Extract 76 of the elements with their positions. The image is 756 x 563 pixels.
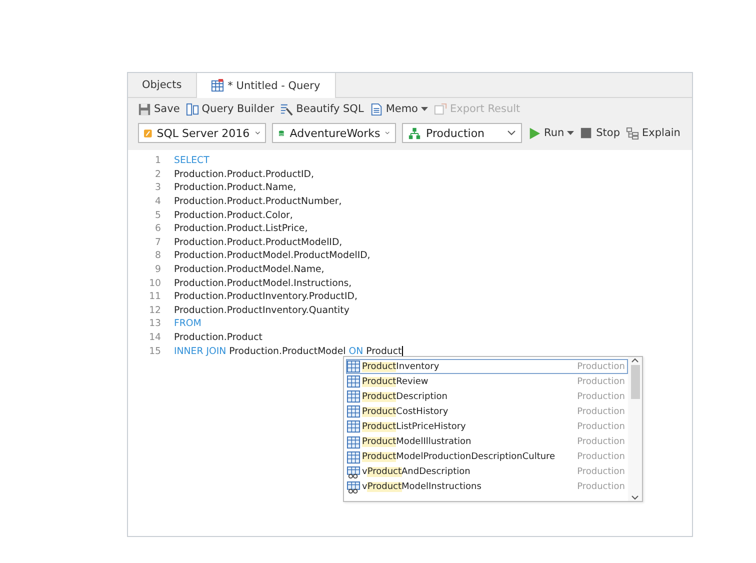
code-line: Production.ProductInventory.ProductID, [174, 291, 358, 302]
scroll-up-icon [631, 357, 639, 363]
line-number: 1 [154, 155, 162, 166]
toolbar-button[interactable]: Explain [626, 126, 680, 140]
toolbar-button[interactable]: Save [138, 102, 180, 116]
suggestion-item[interactable]: ProductListPriceHistory Production [346, 419, 628, 434]
chevron-down-icon [254, 130, 260, 136]
table-icon [347, 360, 360, 374]
export-icon [434, 102, 447, 116]
connection-dropdown[interactable]: SQL Server 2016 [138, 123, 266, 143]
line-number: 6 [154, 223, 162, 234]
table-icon [347, 436, 360, 449]
line-number: 13 [148, 318, 162, 330]
view-icon [347, 466, 360, 479]
line-number: 5 [154, 210, 162, 221]
connection-dropdown[interactable]: AdventureWorks [272, 123, 396, 143]
code-line: Production.Product.ListPrice, [174, 223, 308, 234]
table-icon [347, 375, 360, 388]
suggestion-item[interactable]: ProductCostHistory Production [346, 404, 628, 420]
suggestion-item[interactable]: ProductInventory Production [346, 359, 628, 374]
memo-icon [370, 102, 383, 116]
suggestion-item[interactable]: ProductDescription Production [346, 389, 628, 404]
line-number: 9 [154, 264, 162, 276]
table-icon [347, 390, 360, 404]
code-line: Production.Product [174, 332, 262, 344]
chevron-down-icon [385, 130, 390, 136]
code-line: FROM [174, 318, 202, 330]
suggestion-item[interactable]: ProductModelIllustration Production [346, 434, 628, 450]
code-line: Production.ProductModel.ProductModelID, [174, 250, 370, 262]
code-line: INNER JOIN Production.ProductModel ON Product [174, 346, 403, 357]
code-line: Production.Product.Color, [174, 210, 293, 221]
toolbar-button[interactable]: Beautify SQL [280, 102, 364, 116]
suggestion-item[interactable]: ProductReview Production [346, 374, 628, 390]
line-number: 14 [148, 332, 162, 344]
code-line: Production.Product.ProductID, [174, 168, 314, 180]
code-line: Production.Product.ProductModelID, [174, 236, 342, 248]
scrollbar-thumb[interactable] [630, 365, 640, 399]
code-line: Production.Product.Name, [174, 182, 296, 194]
code-line: Production.Product.ProductNumber, [174, 196, 342, 208]
code-line: Production.ProductModel.Name, [174, 264, 324, 276]
explain-icon [626, 126, 640, 140]
line-number: 3 [154, 182, 162, 194]
view-icon [347, 480, 360, 494]
code-line: Production.ProductInventory.Quantity [174, 304, 350, 316]
connection-dropdown[interactable]: Production [402, 123, 522, 143]
suggestion-item[interactable]: vProductAndDescription Production [346, 464, 628, 480]
code-line: Production.ProductModel.Instructions, [174, 278, 352, 289]
line-number: 8 [154, 250, 162, 262]
play-icon [528, 126, 541, 140]
line-number: 15 [148, 346, 162, 357]
save-icon [138, 102, 151, 116]
line-number: 10 [148, 278, 162, 289]
toolbar-button[interactable]: Query Builder [186, 102, 274, 116]
scroll-down-icon [631, 495, 639, 501]
line-number: 11 [148, 291, 162, 302]
suggestion-item[interactable]: vProductModelInstructions Production [346, 480, 628, 495]
toolbar-button[interactable]: Memo [370, 102, 428, 116]
code-line: SELECT [174, 155, 210, 166]
builder-icon [186, 102, 199, 116]
line-number: 2 [154, 168, 162, 180]
stop-icon [580, 126, 594, 140]
server-icon [144, 126, 152, 140]
tab[interactable]: * Untitled - Query [196, 73, 336, 98]
schema-icon [408, 126, 421, 140]
chevron-down-icon [507, 130, 516, 136]
table-icon [347, 420, 360, 434]
suggestion-item[interactable]: ProductModelProductionDescriptionCulture Production [346, 450, 628, 465]
table-icon [347, 405, 360, 418]
line-number: 4 [154, 196, 162, 208]
toolbar-button[interactable]: Stop [580, 126, 620, 140]
line-number: 12 [148, 304, 162, 316]
line-number: 7 [154, 236, 162, 248]
toolbar-button[interactable]: Run [528, 126, 574, 140]
table-icon [347, 450, 360, 464]
table-icon [210, 79, 224, 92]
beautify-icon [280, 102, 294, 116]
